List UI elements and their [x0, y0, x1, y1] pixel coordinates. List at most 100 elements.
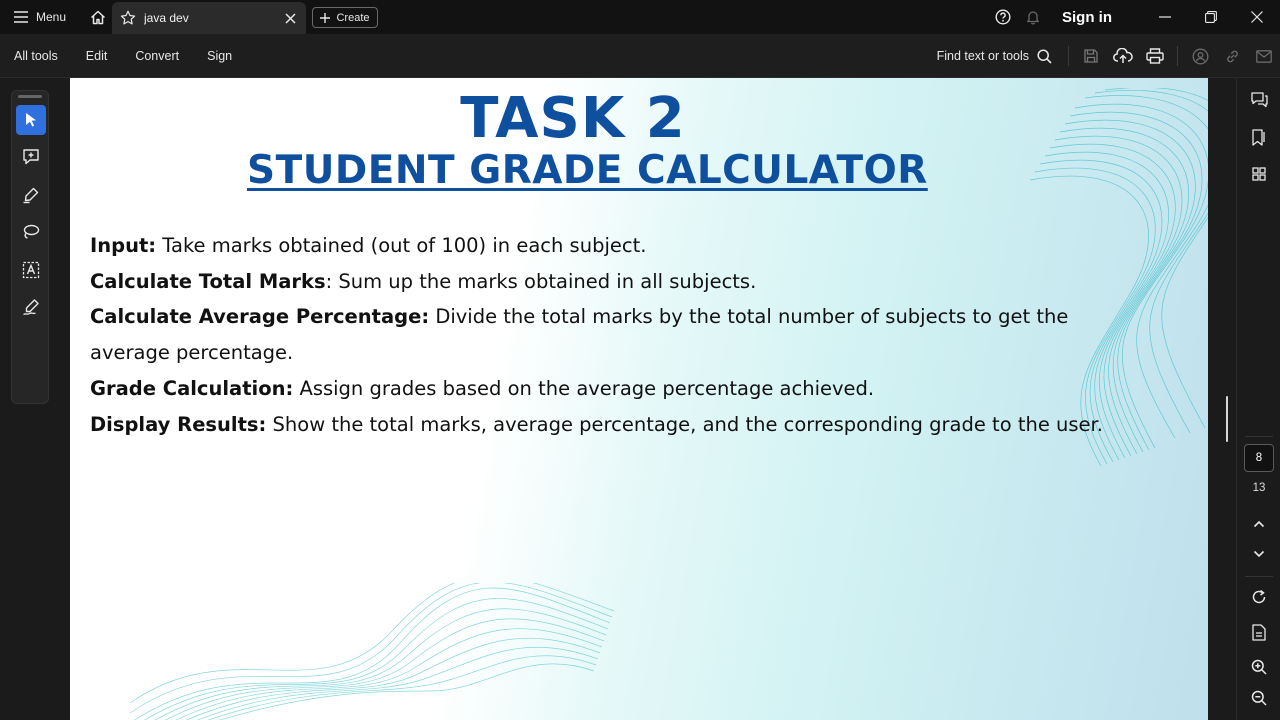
comments-button[interactable] [1243, 84, 1275, 116]
zoom-out-button[interactable] [1243, 682, 1275, 714]
page-properties-icon [1251, 623, 1267, 641]
menu-edit[interactable]: Edit [72, 49, 122, 63]
fill-sign-tool-button[interactable] [16, 292, 46, 322]
highlight-tool-button[interactable] [16, 180, 46, 210]
upload-button[interactable] [1107, 34, 1139, 78]
task-item-label: Grade Calculation: [90, 376, 294, 400]
email-button[interactable] [1248, 34, 1280, 78]
task-item-label: Calculate Average Percentage: [90, 305, 430, 329]
menu-all-tools[interactable]: All tools [0, 49, 72, 63]
bell-icon [1025, 9, 1041, 25]
save-icon [1083, 48, 1099, 64]
share-user-button[interactable] [1184, 34, 1216, 78]
home-button[interactable] [80, 0, 116, 34]
thumbnails-button[interactable] [1243, 158, 1275, 190]
draw-tool-button[interactable] [16, 217, 46, 247]
close-icon [1251, 11, 1263, 23]
find-text-button[interactable]: Find text or tools [936, 48, 1062, 64]
add-comment-tool-button[interactable] [16, 142, 46, 172]
task-item-display: Display Results: Show the total marks, a… [90, 407, 1208, 443]
zoom-in-button[interactable] [1243, 651, 1275, 683]
save-button[interactable] [1075, 34, 1107, 78]
link-icon [1224, 48, 1241, 65]
task-item-total-marks: Calculate Total Marks: Sum up the marks … [90, 264, 1208, 300]
rotate-icon [1251, 589, 1267, 605]
highlight-pen-icon [22, 186, 40, 204]
text-recognition-tool-button[interactable] [16, 255, 46, 285]
restore-button[interactable] [1188, 0, 1234, 34]
task-item-average: Calculate Average Percentage: Divide the… [90, 299, 1208, 335]
zoom-out-icon [1251, 690, 1267, 706]
close-window-button[interactable] [1234, 0, 1280, 34]
close-tab-icon[interactable] [282, 10, 298, 26]
left-tool-rail [0, 78, 70, 720]
wave-decoration-bottom [130, 583, 615, 720]
lasso-icon [22, 223, 40, 241]
task-item-text: average percentage. [90, 341, 294, 365]
task-item-input: Input: Take marks obtained (out of 100) … [90, 228, 1208, 264]
create-button[interactable]: Create [312, 7, 378, 28]
task-item-text: : Sum up the marks obtained in all subje… [325, 269, 757, 293]
right-panel: 8 13 [1236, 78, 1280, 720]
plus-icon [320, 12, 331, 23]
bookmarks-button[interactable] [1243, 121, 1275, 153]
panel-divider [1245, 576, 1273, 577]
toolbar-divider [1068, 46, 1069, 66]
menu-label: Menu [36, 10, 67, 24]
notifications-button[interactable] [1018, 0, 1048, 34]
quick-tools-panel [11, 90, 49, 404]
vertical-scrollbar[interactable] [1208, 78, 1236, 720]
document-page[interactable]: TASK 2 STUDENT GRADE CALCULATOR Input: T… [70, 78, 1208, 720]
search-icon [1037, 48, 1052, 64]
task-item-text: Assign grades based on the average perce… [293, 376, 875, 400]
scrollbar-thumb[interactable] [1226, 396, 1228, 442]
add-comment-icon [22, 148, 40, 166]
find-label: Find text or tools [936, 49, 1029, 63]
fill-sign-icon [22, 298, 40, 316]
minimize-button[interactable] [1142, 0, 1188, 34]
task-item-text: Show the total marks, average percentage… [266, 412, 1103, 436]
zoom-in-icon [1251, 659, 1267, 675]
task-description: Input: Take marks obtained (out of 100) … [90, 228, 1208, 442]
task-item-label: Calculate Total Marks [90, 269, 326, 293]
sign-in-button[interactable]: Sign in [1048, 9, 1142, 26]
hamburger-icon [14, 11, 28, 23]
current-page-input[interactable]: 8 [1244, 444, 1274, 472]
drag-handle[interactable] [18, 95, 42, 98]
main-toolbar: All tools Edit Convert Sign Find text or… [0, 34, 1280, 78]
select-tool-button[interactable] [16, 105, 46, 135]
mail-icon [1256, 49, 1272, 63]
toolbar-right: Find text or tools [937, 34, 1280, 78]
page-properties-button[interactable] [1243, 616, 1275, 648]
thumbnails-icon [1252, 167, 1266, 181]
document-subtitle: STUDENT GRADE CALCULATOR [247, 148, 928, 193]
cloud-upload-icon [1113, 48, 1133, 64]
task-item-label: Input: [90, 234, 157, 257]
task-item-average-continued: average percentage. [90, 335, 1208, 371]
previous-page-button[interactable] [1243, 508, 1275, 540]
next-page-button[interactable] [1243, 538, 1275, 570]
cursor-icon [24, 112, 38, 128]
create-label: Create [336, 11, 370, 24]
total-pages: 13 [1252, 482, 1266, 494]
menu-button[interactable]: Menu [0, 0, 80, 34]
toolbar-divider [1177, 46, 1178, 66]
menu-convert[interactable]: Convert [121, 49, 193, 63]
panel-divider [1245, 436, 1273, 437]
comments-icon [1250, 92, 1268, 108]
rotate-button[interactable] [1243, 581, 1275, 613]
task-item-grade: Grade Calculation: Assign grades based o… [90, 371, 1208, 407]
document-tab[interactable]: java dev [112, 2, 306, 34]
restore-icon [1205, 11, 1217, 23]
task-item-text: Divide the total marks by the total numb… [429, 305, 1069, 329]
help-button[interactable] [988, 0, 1018, 34]
menu-sign[interactable]: Sign [193, 49, 246, 63]
home-icon [90, 10, 106, 25]
minimize-icon [1159, 16, 1171, 18]
print-button[interactable] [1139, 34, 1171, 78]
star-icon[interactable] [120, 10, 136, 26]
title-bar-right: Sign in [988, 0, 1280, 34]
scroll-down-icon [1253, 550, 1265, 558]
copy-link-button[interactable] [1216, 34, 1248, 78]
printer-icon [1146, 48, 1164, 64]
